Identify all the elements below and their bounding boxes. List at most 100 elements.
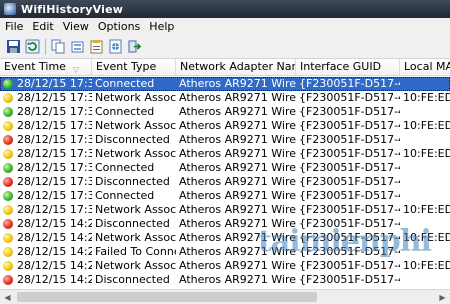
interface-guid-cell: {F230051F-D517-48... <box>299 133 400 146</box>
event-time-cell: 28/12/15 14:23... <box>0 217 92 231</box>
table-row[interactable]: 28/12/15 17:30...Network Associ...Athero… <box>0 203 450 217</box>
event-time-text: 28/12/15 17:30... <box>17 161 92 174</box>
event-type-cell: Network Associ... <box>95 147 176 160</box>
status-red-icon <box>3 275 13 285</box>
event-time-cell: 28/12/15 17:30... <box>0 175 92 189</box>
table-row[interactable]: 28/12/15 14:23...Disconnected Atheros AR9… <box>0 217 450 231</box>
exit-button[interactable] <box>125 38 143 56</box>
horizontal-scrollbar[interactable]: ◀ ▶ <box>0 289 450 304</box>
interface-guid-cell: {F230051F-D517-48... <box>299 77 400 90</box>
local-mac-cell <box>400 217 450 231</box>
interface-guid-cell: {F230051F-D517-48... <box>299 119 400 132</box>
table-row[interactable]: 28/12/15 17:30...Network Associ...Athero… <box>0 147 450 161</box>
scroll-left-icon[interactable]: ◀ <box>0 290 15 304</box>
event-time-cell: 28/12/15 17:31... <box>0 91 92 105</box>
status-yellow-icon <box>3 93 13 103</box>
column-header-local-mac[interactable]: Local MAC ... <box>400 59 450 76</box>
event-time-cell: 28/12/15 17:30... <box>0 189 92 203</box>
event-time-text: 28/12/15 14:23... <box>17 259 92 272</box>
event-time-cell: 28/12/15 14:23... <box>0 273 92 287</box>
menu-edit[interactable]: Edit <box>30 20 60 33</box>
local-mac-cell: 10:FE:ED:... <box>403 259 450 272</box>
event-type-cell: Network Associ... <box>95 231 176 244</box>
status-red-icon <box>3 135 13 145</box>
copy-item-button[interactable] <box>68 38 86 56</box>
event-time-cell: 28/12/15 17:31... <box>0 77 92 91</box>
column-header-event-type[interactable]: Event Type <box>92 59 176 76</box>
status-yellow-icon <box>3 121 13 131</box>
table-row[interactable]: 28/12/15 17:30...Disconnected Atheros AR9… <box>0 133 450 147</box>
event-time-cell: 28/12/15 17:30... <box>0 203 92 217</box>
menu-help[interactable]: Help <box>147 20 181 33</box>
table-row[interactable]: 28/12/15 14:23...Disconnected Atheros AR9… <box>0 273 450 287</box>
refresh-icon <box>25 39 39 54</box>
local-mac-cell: 10:FE:ED:... <box>403 147 450 160</box>
local-mac-cell: 10:FE:ED:... <box>403 91 450 104</box>
status-green-icon <box>3 163 13 173</box>
save-button[interactable] <box>4 38 22 56</box>
adapter-name-cell: Atheros AR9271 Wireles... <box>179 259 296 272</box>
event-time-text: 28/12/15 17:31... <box>17 77 92 90</box>
adapter-name-cell: Atheros AR9271 Wireles... <box>179 217 296 230</box>
event-time-text: 28/12/15 17:30... <box>17 175 92 188</box>
table-row[interactable]: 28/12/15 17:30...Disconnected Atheros AR9… <box>0 175 450 189</box>
event-time-text: 28/12/15 17:30... <box>17 119 92 132</box>
event-type-cell: Disconnected <box>95 217 170 230</box>
event-type-cell: Network Associ... <box>95 259 176 272</box>
event-time-cell: 28/12/15 17:30... <box>0 119 92 133</box>
copy-item-icon <box>71 41 83 53</box>
status-yellow-icon <box>3 247 13 257</box>
status-green-icon <box>3 79 13 89</box>
menu-file[interactable]: File <box>3 20 30 33</box>
event-time-text: 28/12/15 14:23... <box>17 245 92 258</box>
menu-view[interactable]: View <box>61 20 96 33</box>
adapter-name-cell: Atheros AR9271 Wireles... <box>179 231 296 244</box>
window-title: WifiHistoryView <box>21 2 124 16</box>
refresh-button[interactable] <box>23 38 41 56</box>
menu-options[interactable]: Options <box>96 20 147 33</box>
event-time-cell: 28/12/15 17:30... <box>0 105 92 119</box>
table-row[interactable]: 28/12/15 17:31...Connected Atheros AR9271… <box>0 77 450 91</box>
scroll-right-icon[interactable]: ▶ <box>435 290 450 304</box>
local-mac-cell <box>400 273 450 287</box>
event-time-text: 28/12/15 14:23... <box>17 231 92 244</box>
column-header-event-time[interactable]: Event Time ▽ <box>0 59 92 76</box>
event-type-cell: Network Associ... <box>95 203 176 216</box>
scrollbar-thumb[interactable] <box>17 292 317 302</box>
table-row[interactable]: 28/12/15 14:23...Network Associ...Athero… <box>0 231 450 245</box>
html-report-button[interactable] <box>106 38 124 56</box>
event-type-cell: Disconnected <box>95 133 170 146</box>
table-row[interactable]: 28/12/15 17:30...Connected Atheros AR9271… <box>0 161 450 175</box>
event-type-cell: Failed To Connect <box>95 245 176 258</box>
local-mac-cell <box>400 105 450 119</box>
table-row[interactable]: 28/12/15 14:23...Network Associ...Athero… <box>0 259 450 273</box>
event-time-text: 28/12/15 17:31... <box>17 91 92 104</box>
table-row[interactable]: 28/12/15 17:31...Network Associ...Athero… <box>0 91 450 105</box>
event-type-cell: Connected <box>95 105 155 118</box>
copy-button[interactable] <box>49 38 67 56</box>
event-list[interactable]: Event Time ▽ Event Type Network Adapter … <box>0 59 450 304</box>
table-row[interactable]: 28/12/15 17:30...Connected Atheros AR9271… <box>0 105 450 119</box>
interface-guid-cell: {F230051F-D517-48... <box>299 105 400 118</box>
adapter-name-cell: Atheros AR9271 Wireles... <box>179 245 296 258</box>
table-row[interactable]: 28/12/15 17:30...Connected Atheros AR9271… <box>0 189 450 203</box>
column-header-network-adapter-name[interactable]: Network Adapter Name <box>176 59 296 76</box>
event-type-cell: Connected <box>95 161 155 174</box>
event-type-cell: Network Associ... <box>95 119 176 132</box>
event-type-cell: Connected <box>95 77 155 90</box>
sort-desc-icon: ▽ <box>72 65 79 74</box>
status-yellow-icon <box>3 261 13 271</box>
table-row[interactable]: 28/12/15 14:23...Failed To ConnectAthero… <box>0 245 450 259</box>
properties-button[interactable] <box>87 38 105 56</box>
adapter-name-cell: Atheros AR9271 Wireles... <box>179 119 296 132</box>
adapter-name-cell: Atheros AR9271 Wireles... <box>179 133 296 146</box>
event-time-text: 28/12/15 14:23... <box>17 217 92 230</box>
local-mac-cell <box>400 245 450 259</box>
toolbar <box>0 35 450 59</box>
status-yellow-icon <box>3 233 13 243</box>
status-red-icon <box>3 219 13 229</box>
event-time-text: 28/12/15 17:30... <box>17 189 92 202</box>
table-row[interactable]: 28/12/15 17:30...Network Associ...Athero… <box>0 119 450 133</box>
column-header-interface-guid[interactable]: Interface GUID <box>296 59 400 76</box>
scrollbar-track[interactable] <box>15 290 435 304</box>
